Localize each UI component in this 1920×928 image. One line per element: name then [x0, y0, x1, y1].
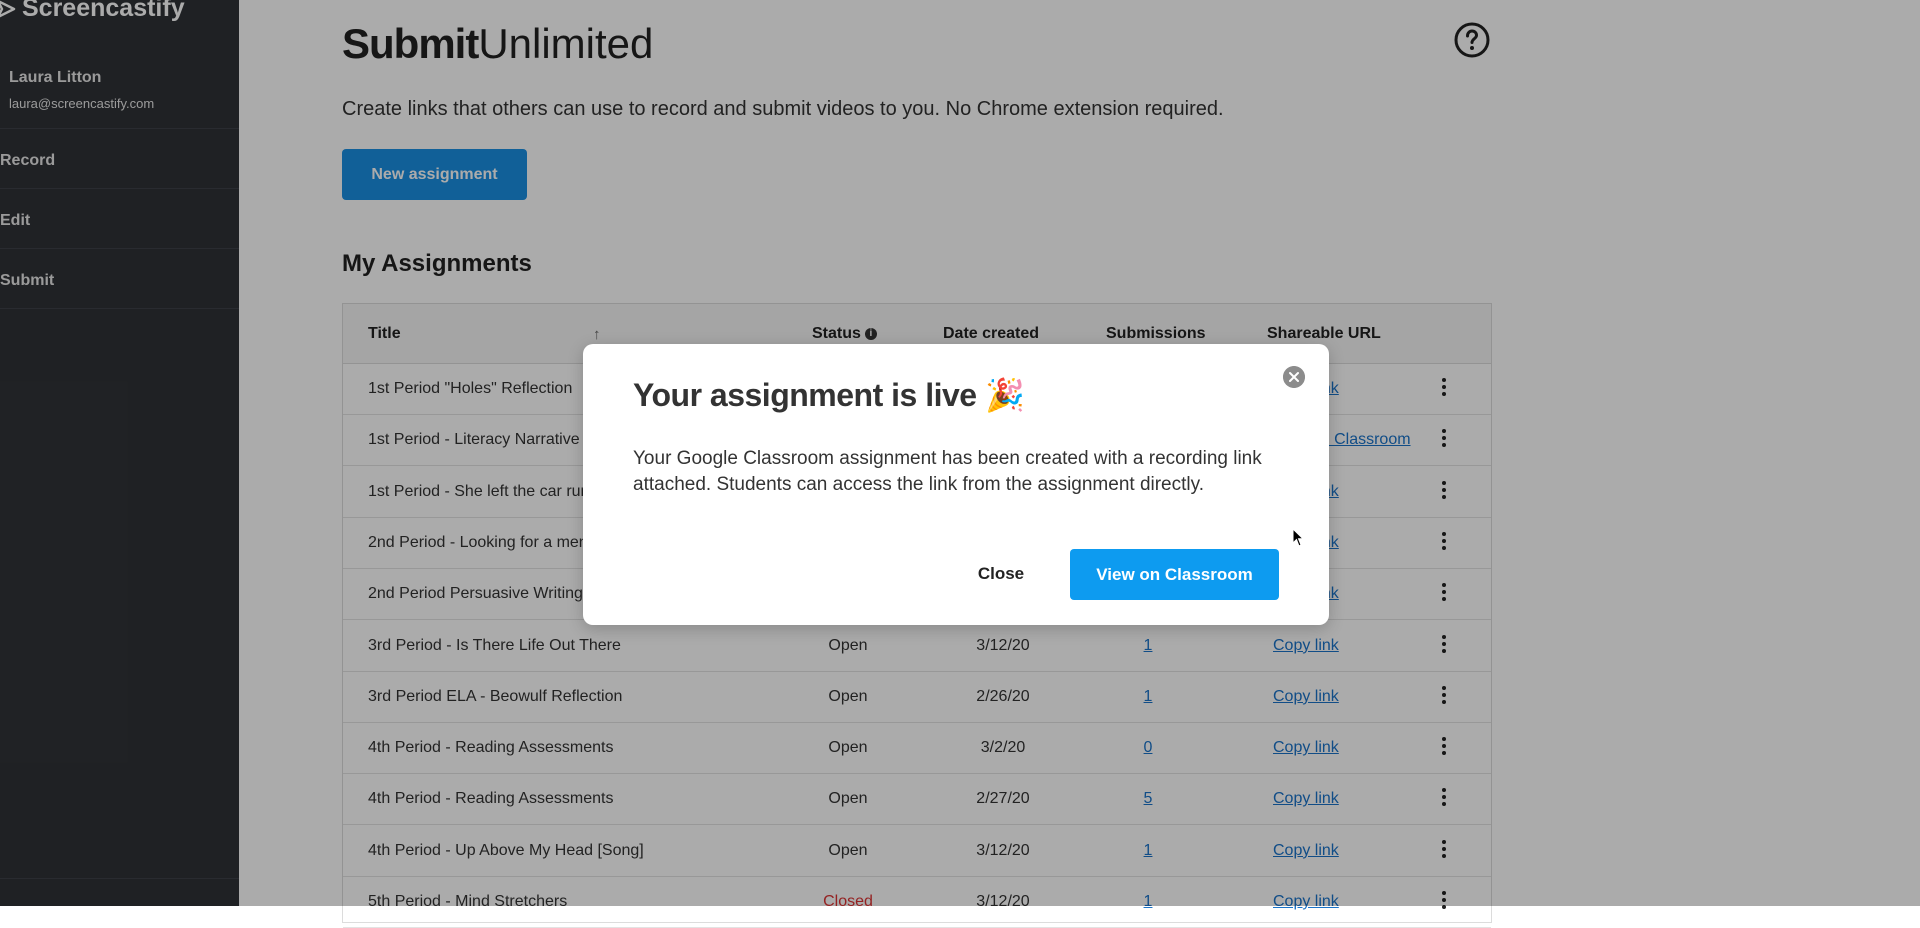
dialog-title: Your assignment is live 🎉: [633, 377, 1025, 413]
assignment-live-dialog: Your assignment is live 🎉 Your Google Cl…: [583, 344, 1329, 625]
close-button[interactable]: Close: [951, 549, 1051, 599]
view-on-classroom-button[interactable]: View on Classroom: [1070, 549, 1279, 600]
mouse-cursor-icon: [1292, 528, 1305, 547]
close-icon[interactable]: [1283, 366, 1305, 388]
dialog-message: Your Google Classroom assignment has bee…: [633, 448, 1262, 495]
